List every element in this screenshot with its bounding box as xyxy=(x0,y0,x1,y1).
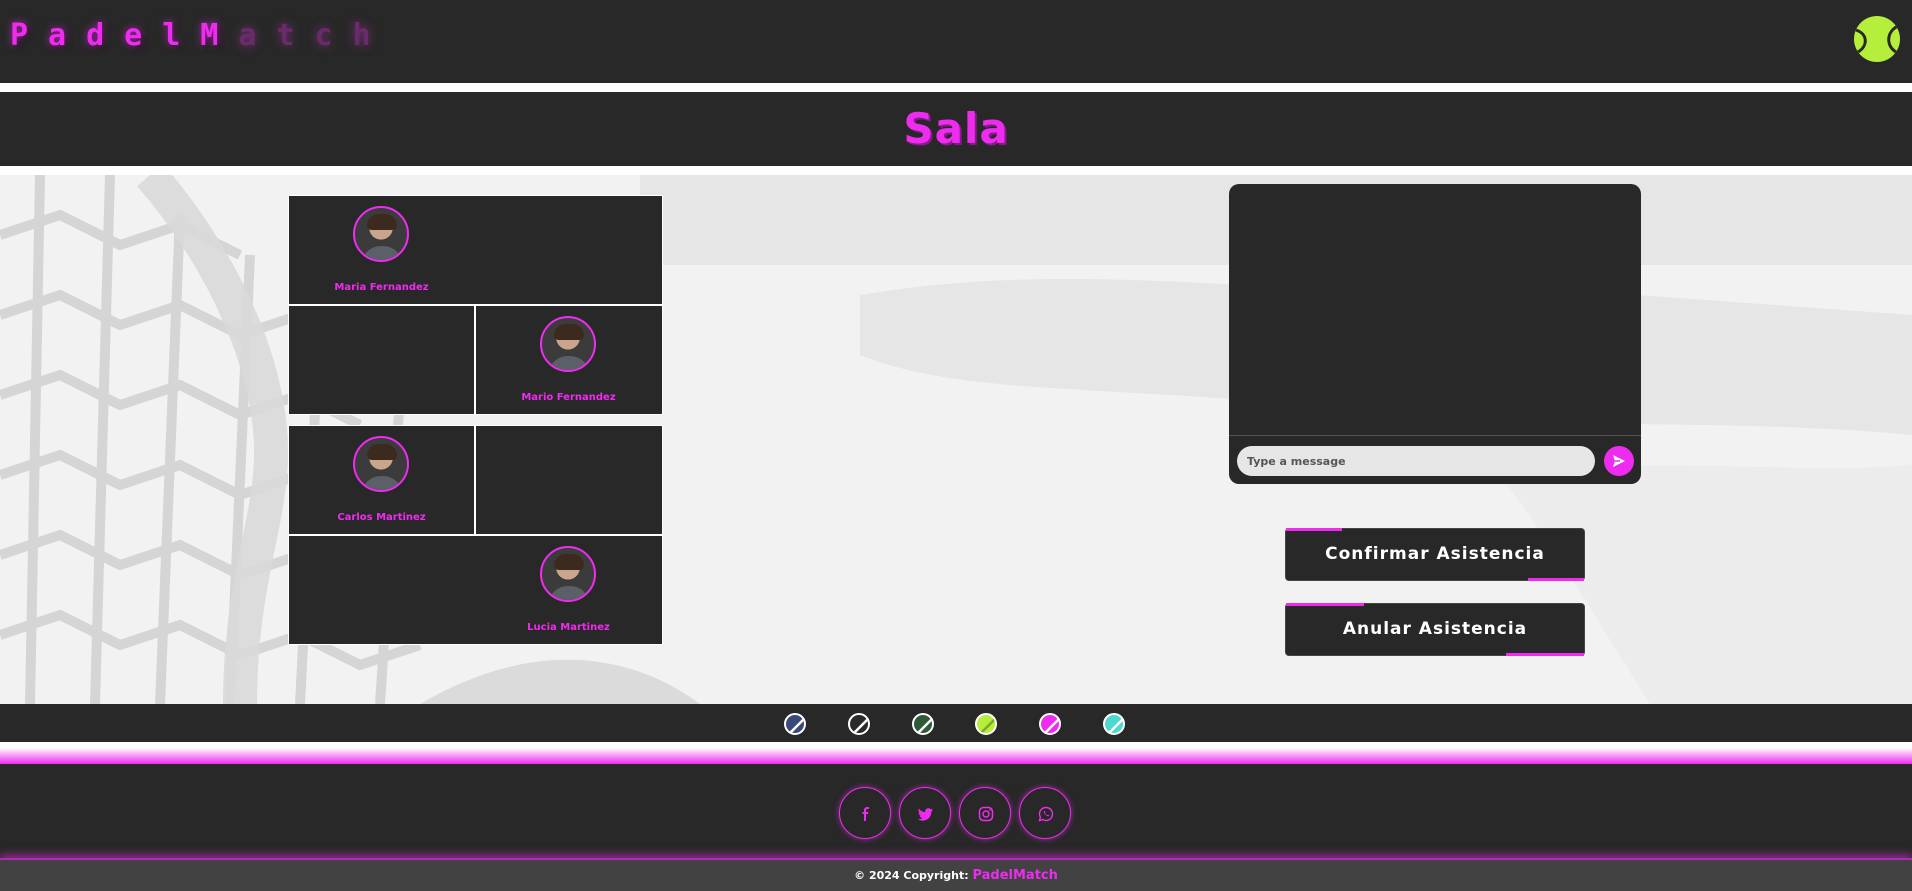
player-avatar xyxy=(353,436,409,492)
page-title: Sala xyxy=(903,104,1009,153)
ball-icon[interactable] xyxy=(912,713,934,735)
logo-fade: atch xyxy=(238,18,391,53)
chat-messages[interactable] xyxy=(1229,184,1641,436)
twitter-button[interactable] xyxy=(899,787,951,839)
ball-icon[interactable] xyxy=(1039,713,1061,735)
confirm-attendance-label: Confirmar Asistencia xyxy=(1325,544,1545,564)
player-slot[interactable] xyxy=(475,425,663,535)
copyright-text: © 2024 Copyright: xyxy=(854,869,969,882)
send-button[interactable] xyxy=(1604,446,1634,476)
player-card[interactable]: Maria Fernandez xyxy=(288,196,475,304)
title-strip: Sala xyxy=(0,92,1912,166)
copyright-brand-link[interactable]: PadelMatch xyxy=(972,868,1057,883)
instagram-icon xyxy=(978,806,994,822)
chat-message-input[interactable] xyxy=(1237,446,1595,476)
footer-glow-line xyxy=(0,748,1912,764)
facebook-icon xyxy=(862,807,869,821)
player-card[interactable]: Carlos Martinez xyxy=(288,426,475,534)
accent-line xyxy=(1506,653,1584,656)
player-card[interactable]: Lucia Martinez xyxy=(475,536,662,644)
ball-icon[interactable] xyxy=(784,713,806,735)
players-grid: Maria Fernandez Mario Fernandez Carlos M… xyxy=(288,195,663,645)
logo-strong: PadelM xyxy=(10,18,239,53)
accent-line xyxy=(1286,603,1364,606)
twitter-icon xyxy=(918,808,933,821)
whatsapp-icon xyxy=(1038,806,1054,822)
accent-line xyxy=(1286,528,1342,531)
footer xyxy=(0,764,1912,862)
player-name: Mario Fernandez xyxy=(521,392,616,403)
send-icon xyxy=(1613,455,1625,467)
player-avatar xyxy=(540,316,596,372)
logo[interactable]: PadelMatch xyxy=(10,18,391,53)
ball-icon[interactable] xyxy=(1103,713,1125,735)
player-name: Lucia Martinez xyxy=(527,622,610,633)
whatsapp-button[interactable] xyxy=(1019,787,1071,839)
player-avatar xyxy=(540,546,596,602)
player-name: Carlos Martinez xyxy=(337,512,426,523)
facebook-button[interactable] xyxy=(839,787,891,839)
cancel-attendance-button[interactable]: Anular Asistencia xyxy=(1285,603,1585,656)
player-slot[interactable] xyxy=(288,305,475,415)
ball-icon[interactable] xyxy=(848,713,870,735)
ball-icon[interactable] xyxy=(975,713,997,735)
accent-line xyxy=(1528,578,1584,581)
ball-theme-strip xyxy=(0,704,1912,742)
cancel-attendance-label: Anular Asistencia xyxy=(1342,619,1528,639)
confirm-attendance-button[interactable]: Confirmar Asistencia xyxy=(1285,528,1585,581)
top-header: PadelMatch xyxy=(0,0,1912,83)
instagram-button[interactable] xyxy=(959,787,1011,839)
player-avatar xyxy=(353,206,409,262)
tennis-ball-icon[interactable] xyxy=(1854,16,1900,62)
player-card[interactable]: Mario Fernandez xyxy=(475,306,662,414)
copyright-bar: © 2024 Copyright: PadelMatch xyxy=(0,858,1912,891)
player-name: Maria Fernandez xyxy=(334,282,429,293)
chat-panel xyxy=(1229,184,1641,484)
